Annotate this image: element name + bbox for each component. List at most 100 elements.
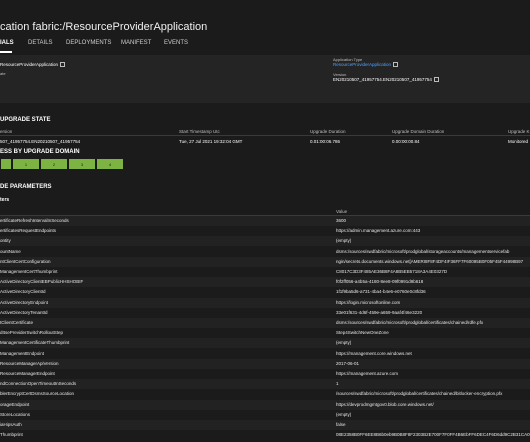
parameter-name: dItsePreviderSwitchRolloutStep xyxy=(0,330,64,336)
parameter-value: https://devprodmgmtgov0.blob.core.window… xyxy=(336,401,434,407)
parameter-name: iaHipsAuth xyxy=(0,422,22,427)
parameter-value: Step4SwitchNewOneZone xyxy=(336,330,389,336)
table-row: Thumbprint 08E2358B0FF6EE8B6b0eb9B0B8F8F2… xyxy=(0,430,530,440)
upgrade-domain[interactable] xyxy=(0,158,12,170)
tab-events[interactable]: EVENTS xyxy=(164,40,188,46)
parameter-value: 33e01f631-4d6f-459e-a659-9aaf4f46e3220 xyxy=(336,309,423,315)
parameter-name: ActiveDirectoryTenantId xyxy=(0,309,48,315)
copy-icon[interactable] xyxy=(433,77,439,83)
value-header: Value xyxy=(336,209,348,214)
col-domain-duration: Upgrade Domain Duration xyxy=(392,129,445,134)
parameter-value: https://management.core.windows.net xyxy=(336,350,412,356)
parameter-value: (empty) xyxy=(336,411,352,417)
parameter-value: 1 xyxy=(336,381,339,387)
col-start: Start Timestamp Utc xyxy=(179,129,220,134)
upgrade-duration-cell: 0.01:00:06.786 xyxy=(310,139,341,144)
table-row: ActiveDirectoryTenantId 33e01f631-4d6f-45… xyxy=(0,308,530,318)
upgrade-domain[interactable]: 4 xyxy=(96,158,124,170)
parameter-value: 08E2358B0FF6EE8B6b0eb9B0B8F8F2303B2E700F… xyxy=(336,432,530,438)
parameter-name: ManagementCertificateThumbprint xyxy=(0,340,70,346)
progress-title: ESS BY UPGRADE DOMAIN xyxy=(0,149,80,155)
table-row: ManagementCertThumbprint C8017C3D3F485AE3… xyxy=(0,267,530,277)
parameter-value: f0f2ff056-a4b5a-4180-8ee8-09f0991d9b618 xyxy=(336,279,424,285)
copy-icon[interactable] xyxy=(393,62,399,68)
parameter-name: ActiveDirectoryClientEBPublicHHSHOBIF xyxy=(0,279,84,285)
parameter-value: https://management.azure.com xyxy=(336,371,399,376)
col-kind: Upgrade K xyxy=(508,129,530,134)
parameter-value: (empty) xyxy=(336,238,352,244)
status-label: ate xyxy=(0,71,6,76)
table-row: ActiveDirectoryEndpoint https://login.mic… xyxy=(0,297,530,308)
parameter-name: ertificateRefreshIntervalInSeconds xyxy=(0,218,69,223)
upgrade-version-cell: 507_41957754.EN20210507_41957754 xyxy=(0,139,81,144)
table-row: ManagementEndpoint https://management.cor… xyxy=(0,349,530,359)
parameter-name: Thumbprint xyxy=(0,432,23,438)
table-row: ountName dsms:/sources/swdfabric/microsof… xyxy=(0,247,530,257)
essentials-panel xyxy=(0,55,530,103)
parameter-name: blerEncryptCertDsmsSourceLocation xyxy=(0,391,75,397)
upgrade-domain[interactable]: 1 xyxy=(12,158,40,170)
version-value: EN20210507_41957754.EN20210507_41957754 xyxy=(333,77,439,83)
parameters-title: DE PARAMETERS xyxy=(0,184,52,190)
upgrade-domain-duration-cell: 0.00:00:00.84 xyxy=(392,139,420,144)
table-row: ResourceManagerApiVersion 2017-06-01 xyxy=(0,358,530,369)
active-tab-indicator xyxy=(0,51,12,53)
table-row: tClientCertificate dsms:/sources/swdfabri… xyxy=(0,318,530,328)
parameter-value: https://login.microsoftonline.com xyxy=(336,299,401,305)
table-row: ResourceManagerEndpoint https://managemen… xyxy=(0,369,530,379)
table-row: ManagementCertificateThumbprint (empty) xyxy=(0,338,530,349)
parameter-name: ountName xyxy=(0,248,21,254)
copy-icon[interactable] xyxy=(60,62,66,68)
upgrade-domain[interactable]: 2 xyxy=(40,158,68,170)
parameter-value: C8017C3D3F485AE36B8F4A8B5EB5718A3A4E0327… xyxy=(336,269,448,274)
app-type-link[interactable]: ResourceProviderApplication xyxy=(333,62,399,68)
upgrade-domain[interactable]: 3 xyxy=(68,158,96,170)
parameter-name: tClientCertificate xyxy=(0,320,34,325)
col-version: ersion xyxy=(0,129,13,134)
parameter-name: ManagementEndpoint xyxy=(0,350,45,356)
parameter-value: 1f1f9ba5d6-a731-4ba4-b4e6-e0760e0c8fd36 xyxy=(336,289,426,295)
upgrade-state-title: UPGRADE STATE xyxy=(0,117,51,123)
tab-manifest[interactable]: MANIFEST xyxy=(121,40,151,46)
table-row: ActiveDirectoryClientEBPublicHHSHOBIF f0f… xyxy=(0,277,530,288)
parameter-name: ResourceManagerEndpoint xyxy=(0,371,55,376)
table-row: StoreLocations (empty) xyxy=(0,410,530,420)
table-row: blerEncryptCertDsmsSourceLocation/source… xyxy=(0,389,530,399)
upgrade-kind-cell: Monitored xyxy=(508,139,529,144)
table-row: ActiveDirectoryClientId 1f1f9ba5d6-a731-4… xyxy=(0,287,530,297)
parameter-value: false xyxy=(336,422,346,427)
parameter-value: (empty) xyxy=(336,340,352,346)
parameter-name: ertificatesRequestEndpoints xyxy=(0,228,57,234)
parameter-name: ActiveDirectoryEndpoint xyxy=(0,299,49,305)
parameter-name: ntClientCertConfiguration xyxy=(0,258,51,264)
parameter-value: dsms:/sources/swdfabric/microsoft/prodgl… xyxy=(336,248,510,254)
table-row: ndConnectionOpenTimeoutInSeconds 1 xyxy=(0,379,530,390)
table-row: ntClientCertConfiguration ngin/secrets.do… xyxy=(0,256,530,267)
page-title: cation fabric:/ResourceProviderApplicati… xyxy=(0,21,208,33)
upgrade-start-cell: Tue, 27 Jul 2021 19:32:04 GMT xyxy=(179,139,243,144)
table-row: iaHipsAuth false xyxy=(0,420,530,430)
parameter-name: orageEndpoint xyxy=(0,401,30,407)
parameter-name: ndConnectionOpenTimeoutInSeconds xyxy=(0,381,77,387)
tab-deployments[interactable]: DEPLOYMENTS xyxy=(66,40,111,46)
col-duration: Upgrade Duration xyxy=(310,129,346,134)
parameter-name: StoreLocations xyxy=(0,411,31,417)
parameter-name: ManagementCertThumbprint xyxy=(0,269,58,274)
parameter-value: dsms:/sources/swdfabric/microsoft/prodgl… xyxy=(336,320,484,325)
table-row: dItsePreviderSwitchRolloutStep Step4Switc… xyxy=(0,328,530,338)
parameter-name: ResourceManagerApiVersion xyxy=(0,360,59,366)
parameter-value: 2017-06-01 xyxy=(336,360,360,366)
table-row: ontity (empty) xyxy=(0,236,530,247)
divider xyxy=(0,135,530,136)
table-row: orageEndpoint https://devprodmgmtgov0.blo… xyxy=(0,399,530,410)
parameter-value: /sources/swdfabric/microsoft/prodglobal/… xyxy=(336,391,503,397)
parameter-value: 3600 xyxy=(336,218,347,223)
parameter-value: https://admin.management.azure.com:443 xyxy=(336,228,421,234)
parameters-subtitle: ters xyxy=(0,197,10,203)
parameter-value: ngin/secrets.documents.windows.net[AMERI… xyxy=(336,258,524,264)
tab-details[interactable]: DETAILS xyxy=(28,40,53,46)
tab-essentials[interactable]: IALS xyxy=(0,40,14,46)
name-value: ResourceProviderApplication xyxy=(0,62,66,68)
table-row: ertificateRefreshIntervalInSeconds 3600 xyxy=(0,216,530,226)
parameter-name: ontity xyxy=(0,238,11,244)
